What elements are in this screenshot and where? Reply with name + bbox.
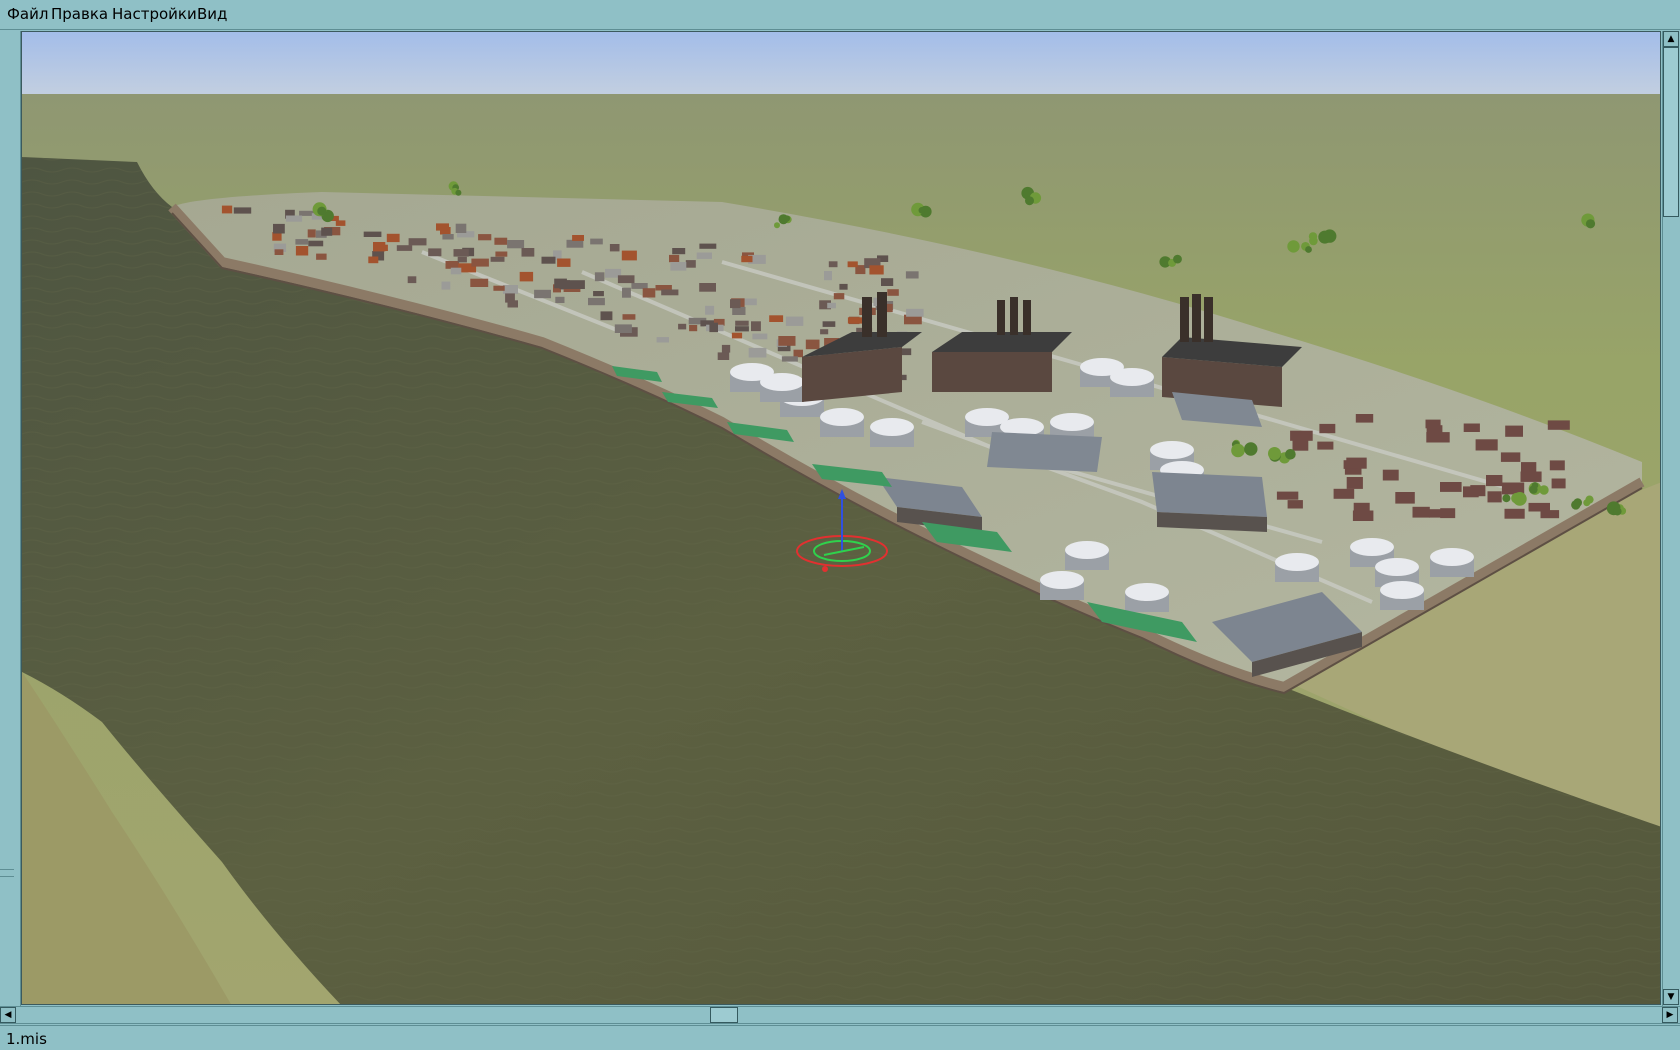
scroll-down-button[interactable]: ▼ [1663, 989, 1679, 1005]
scroll-up-button[interactable]: ▲ [1663, 31, 1679, 47]
menu-file[interactable]: Файл [7, 5, 48, 23]
scene-render[interactable] [22, 32, 1661, 1005]
splitter-handle[interactable] [0, 869, 14, 877]
vertical-scrollbar[interactable]: ▲ ▼ [1662, 31, 1680, 1007]
3d-viewport[interactable] [21, 31, 1661, 1005]
scroll-left-button[interactable]: ◀ [0, 1007, 16, 1023]
vertical-scroll-thumb[interactable] [1663, 47, 1679, 217]
menu-view[interactable]: Вид [197, 5, 227, 23]
horizontal-scroll-thumb[interactable] [710, 1007, 738, 1023]
status-bar: 1.mis [0, 1025, 1680, 1050]
sky [22, 32, 1660, 96]
menu-edit[interactable]: Правка [51, 5, 108, 23]
menu-bar: Файл Правка Настройки Вид [0, 0, 1680, 30]
left-splitter[interactable] [0, 31, 21, 1008]
horizontal-scrollbar[interactable]: ◀ ▶ [0, 1006, 1680, 1024]
status-filename: 1.mis [6, 1030, 47, 1048]
scroll-right-button[interactable]: ▶ [1662, 1007, 1678, 1023]
menu-settings[interactable]: Настройки [112, 5, 197, 23]
